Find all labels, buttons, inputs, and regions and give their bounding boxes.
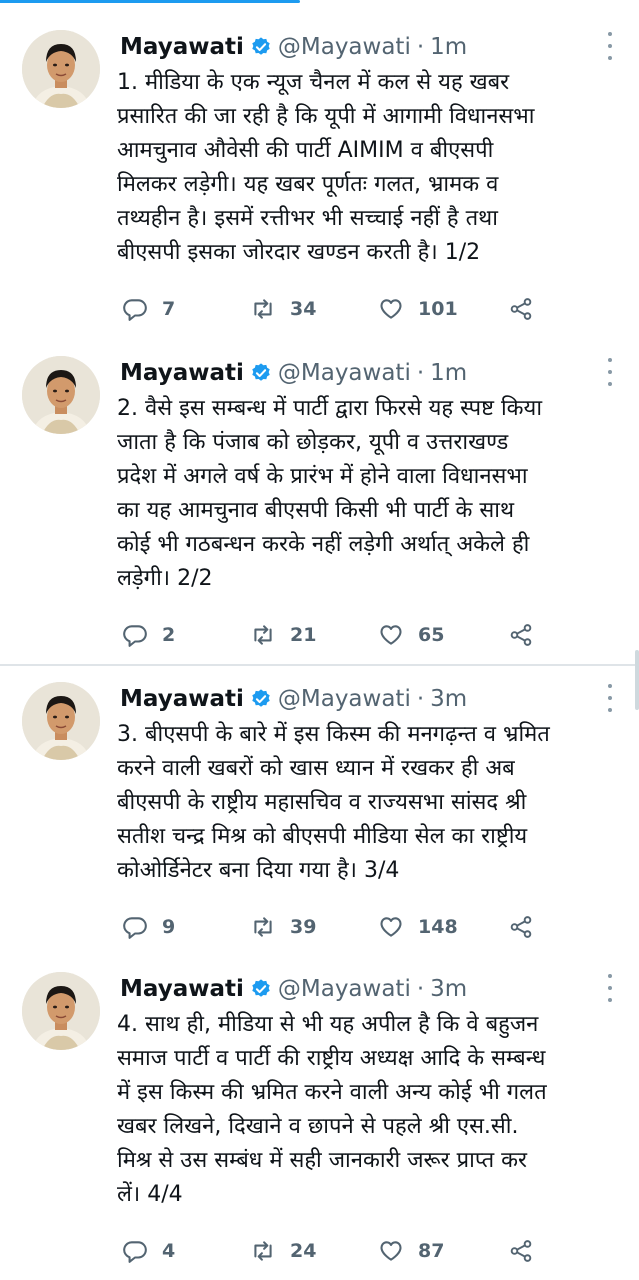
verified-badge-icon xyxy=(252,979,270,997)
verified-badge-icon xyxy=(252,689,270,707)
retweet-count: 34 xyxy=(290,298,317,320)
timestamp[interactable]: 1m xyxy=(430,360,467,386)
avatar-image xyxy=(22,972,100,1050)
tweet-header: Mayawati @Mayawati · 3m xyxy=(120,972,467,1006)
author-handle[interactable]: @Mayawati xyxy=(278,360,411,386)
share-button[interactable] xyxy=(508,1236,534,1266)
separator-dot: · xyxy=(416,360,425,386)
share-button[interactable] xyxy=(508,294,534,324)
reply-count: 2 xyxy=(162,624,176,646)
share-button[interactable] xyxy=(508,912,534,942)
tweet-actions: 4 24 87 xyxy=(122,1236,542,1266)
reply-icon xyxy=(123,917,147,939)
share-icon xyxy=(510,298,532,320)
more-options-icon[interactable] xyxy=(605,974,615,1002)
avatar[interactable] xyxy=(22,30,100,108)
tweet-actions: 9 39 148 xyxy=(122,912,542,942)
retweet-count: 39 xyxy=(290,916,317,938)
share-icon xyxy=(510,624,532,646)
like-icon xyxy=(380,1241,402,1261)
avatar-image xyxy=(22,356,100,434)
verified-badge-icon xyxy=(252,37,270,55)
author-name[interactable]: Mayawati xyxy=(120,360,244,386)
tweet-4[interactable]: Mayawati @Mayawati · 3m 4. साथ ही, मीडिय… xyxy=(0,972,639,1272)
tweet-text: 4. साथ ही, मीडिया से भी यह अपील है कि वे… xyxy=(117,1012,547,1207)
avatar[interactable] xyxy=(22,682,100,760)
reply-button[interactable]: 2 xyxy=(122,620,175,650)
retweet-button[interactable]: 21 xyxy=(250,620,316,650)
tweet-header: Mayawati @Mayawati · 3m xyxy=(120,682,467,716)
avatar[interactable] xyxy=(22,972,100,1050)
author-name[interactable]: Mayawati xyxy=(120,686,244,712)
reply-count: 9 xyxy=(162,916,176,938)
tweet-header: Mayawati @Mayawati · 1m xyxy=(120,356,467,390)
reply-icon xyxy=(123,1241,147,1263)
tweet-text: 3. बीएसपी के बारे में इस किस्म की मनगढ़न… xyxy=(117,722,550,883)
like-count: 87 xyxy=(418,1240,445,1262)
tweet-1[interactable]: Mayawati @Mayawati · 1m 1. मीडिया के एक … xyxy=(0,30,639,330)
separator-dot: · xyxy=(416,686,425,712)
tweet-actions: 7 34 101 xyxy=(122,294,542,324)
separator-dot: · xyxy=(416,34,425,60)
retweet-icon xyxy=(254,625,272,645)
top-accent-bar xyxy=(0,0,300,3)
retweet-count: 21 xyxy=(290,624,317,646)
author-handle[interactable]: @Mayawati xyxy=(278,34,411,60)
author-handle[interactable]: @Mayawati xyxy=(278,686,411,712)
like-icon xyxy=(380,299,402,319)
avatar-image xyxy=(22,682,100,760)
like-button[interactable]: 87 xyxy=(378,1236,444,1266)
tweet-header: Mayawati @Mayawati · 1m xyxy=(120,30,467,64)
tweet-2[interactable]: Mayawati @Mayawati · 1m 2. वैसे इस सम्बन… xyxy=(0,356,639,656)
more-options-icon[interactable] xyxy=(605,684,615,712)
like-count: 101 xyxy=(418,298,458,320)
reply-icon xyxy=(123,625,147,647)
reply-button[interactable]: 9 xyxy=(122,912,175,942)
tweet-text: 1. मीडिया के एक न्यूज चैनल में कल से यह … xyxy=(117,70,535,265)
more-options-icon[interactable] xyxy=(605,358,615,386)
avatar-image xyxy=(22,30,100,108)
reply-count: 7 xyxy=(162,298,176,320)
retweet-button[interactable]: 39 xyxy=(250,912,316,942)
separator-dot: · xyxy=(416,976,425,1002)
reply-button[interactable]: 4 xyxy=(122,1236,175,1266)
like-button[interactable]: 148 xyxy=(378,912,458,942)
like-button[interactable]: 101 xyxy=(378,294,458,324)
reply-count: 4 xyxy=(162,1240,176,1262)
author-name[interactable]: Mayawati xyxy=(120,976,244,1002)
retweet-icon xyxy=(254,1241,272,1261)
tweet-actions: 2 21 65 xyxy=(122,620,542,650)
more-options-icon[interactable] xyxy=(605,32,615,60)
verified-badge-icon xyxy=(252,363,270,381)
retweet-icon xyxy=(254,299,272,319)
timestamp[interactable]: 3m xyxy=(430,976,467,1002)
reply-icon xyxy=(123,299,147,321)
retweet-count: 24 xyxy=(290,1240,317,1262)
author-handle[interactable]: @Mayawati xyxy=(278,976,411,1002)
like-count: 148 xyxy=(418,916,458,938)
timestamp[interactable]: 1m xyxy=(430,34,467,60)
reply-button[interactable]: 7 xyxy=(122,294,175,324)
tweet-3[interactable]: Mayawati @Mayawati · 3m 3. बीएसपी के बार… xyxy=(0,682,639,952)
like-count: 65 xyxy=(418,624,445,646)
like-icon xyxy=(380,625,402,645)
avatar[interactable] xyxy=(22,356,100,434)
share-icon xyxy=(510,916,532,938)
retweet-icon xyxy=(254,917,272,937)
tweet-text: 2. वैसे इस सम्बन्ध में पार्टी द्वारा फिर… xyxy=(117,396,543,591)
retweet-button[interactable]: 34 xyxy=(250,294,316,324)
like-icon xyxy=(380,917,402,937)
retweet-button[interactable]: 24 xyxy=(250,1236,316,1266)
like-button[interactable]: 65 xyxy=(378,620,444,650)
share-button[interactable] xyxy=(508,620,534,650)
timestamp[interactable]: 3m xyxy=(430,686,467,712)
share-icon xyxy=(510,1240,532,1262)
author-name[interactable]: Mayawati xyxy=(120,34,244,60)
screenshot-divider xyxy=(0,664,639,666)
